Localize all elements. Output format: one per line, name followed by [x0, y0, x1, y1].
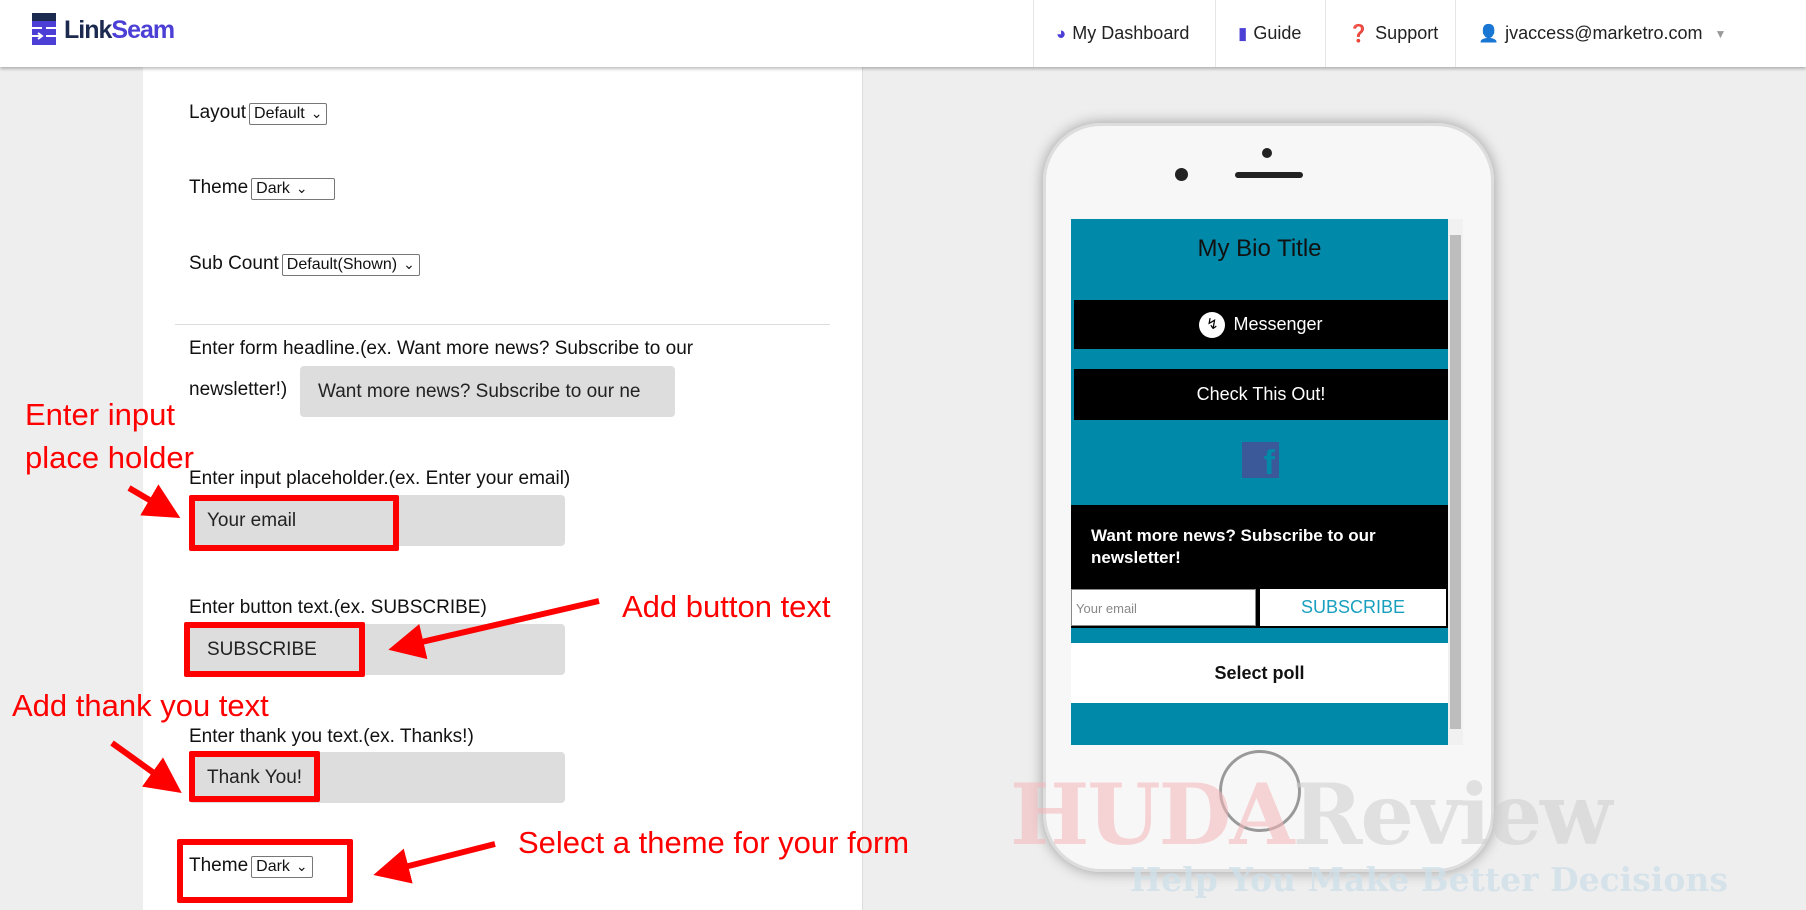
watermark-text: HUDA	[1010, 765, 1295, 864]
nav-support[interactable]: ❓ Support	[1325, 0, 1460, 67]
watermark-logo: HUDAReview	[1010, 770, 1612, 860]
arrow-icon	[388, 598, 600, 660]
user-icon: 👤	[1478, 23, 1500, 43]
watermark-tagline: Help You Make Better Decisions	[1130, 860, 1728, 899]
nav-label: jvaccess@marketro.com	[1505, 23, 1703, 43]
nav-label: Guide	[1253, 23, 1302, 43]
watermark-text: Review	[1292, 765, 1613, 864]
nav-label: Support	[1375, 23, 1439, 43]
nav-label: My Dashboard	[1072, 23, 1190, 43]
arrow-icon	[127, 484, 181, 519]
nav-guide[interactable]: ▮ Guide	[1215, 0, 1323, 67]
nav-user-menu[interactable]: 👤 jvaccess@marketro.com ▼	[1455, 0, 1748, 67]
arrow-icon	[110, 740, 182, 793]
dashboard-icon: ◕	[1056, 23, 1067, 43]
logo-text-seam: Seam	[111, 15, 175, 44]
question-circle-icon: ❓	[1348, 23, 1370, 43]
book-icon: ▮	[1238, 23, 1248, 43]
logo-text-link: Link	[64, 15, 112, 44]
arrow-icon	[373, 841, 496, 884]
caret-down-icon: ▼	[1714, 26, 1727, 41]
nav-my-dashboard[interactable]: ◕ My Dashboard	[1033, 0, 1211, 67]
logo-icon	[24, 13, 58, 45]
linkseam-logo[interactable]: LinkSeam	[24, 12, 175, 48]
top-navbar: LinkSeam ◕ My Dashboard ▮ Guide ❓ Support 👤…	[0, 0, 1806, 67]
